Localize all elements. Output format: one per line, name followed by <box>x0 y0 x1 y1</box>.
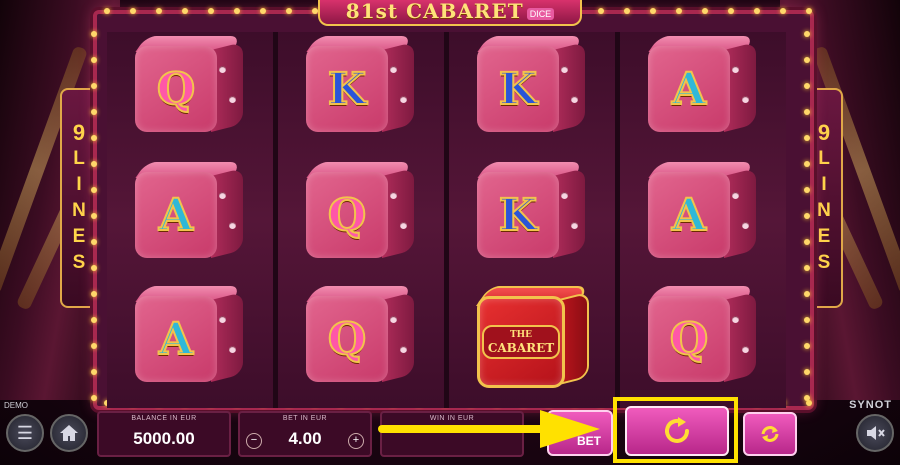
symbol-die-k: K <box>477 162 587 262</box>
balance-caption: BALANCE IN EUR <box>131 415 197 422</box>
symbol-cabaret-die: THE CABARET <box>475 286 591 388</box>
symbol-letter: A <box>671 63 707 116</box>
bet-panel: BET IN EUR 4.00 − + <box>238 411 372 457</box>
symbol-letter: K <box>498 189 538 242</box>
symbol-die-k: K <box>477 36 587 136</box>
bet-caption: BET IN EUR <box>282 415 328 422</box>
sound-toggle-button[interactable] <box>856 414 894 452</box>
home-button[interactable] <box>50 414 88 452</box>
autoplay-icon <box>761 426 779 442</box>
symbol-die-a: A <box>135 286 245 386</box>
symbol-letter: K <box>327 63 367 116</box>
demo-label: DEMO <box>4 401 28 410</box>
reel-frame: Q A A K Q Q K K THE CABARET A A Q <box>91 8 814 410</box>
spin-button-highlight <box>613 397 738 463</box>
game-title-text: 81st CABARET <box>345 0 524 23</box>
symbol-letter: K <box>498 63 538 116</box>
symbol-die-a: A <box>648 162 758 262</box>
lines-word: L I N E S <box>817 148 831 273</box>
symbol-letter: Q <box>327 189 367 242</box>
symbol-die-a: A <box>135 162 245 262</box>
home-icon <box>60 425 78 441</box>
balance-value: 5000.00 <box>133 429 195 448</box>
game-title: 81st CABARET DICE <box>318 0 582 26</box>
symbol-die-q: Q <box>306 162 416 262</box>
autoplay-button[interactable] <box>743 412 797 456</box>
lines-count: 9 <box>72 120 86 145</box>
balance-panel: BALANCE IN EUR 5000.00 <box>97 411 231 457</box>
symbol-letter: Q <box>156 63 196 116</box>
symbol-letter: A <box>671 189 707 242</box>
lines-count: 9 <box>817 120 831 145</box>
symbol-die-k: K <box>306 36 416 136</box>
symbol-letter: A <box>158 189 194 242</box>
annotation-arrow-head <box>540 410 600 448</box>
dice-tag: DICE <box>526 7 555 20</box>
symbol-die-q: Q <box>135 36 245 136</box>
symbol-die-a: A <box>648 36 758 136</box>
annotation-arrow-shaft <box>378 425 546 433</box>
symbol-letter: Q <box>669 313 709 366</box>
bet-increase-button[interactable]: + <box>348 433 364 449</box>
symbol-die-q: Q <box>306 286 416 386</box>
symbol-die-q: Q <box>648 286 758 386</box>
win-caption: WIN IN EUR <box>429 415 475 422</box>
symbol-letter: Q <box>327 313 367 366</box>
win-panel: WIN IN EUR <box>380 411 524 457</box>
menu-icon: ☰ <box>16 422 34 443</box>
menu-button[interactable]: ☰ <box>6 414 44 452</box>
lines-word: L I N E S <box>72 148 86 273</box>
cabaret-badge: THE CABARET <box>481 325 561 359</box>
brand-logo: SYNOT <box>849 399 892 411</box>
sound-muted-icon <box>867 426 885 440</box>
bet-decrease-button[interactable]: − <box>246 433 262 449</box>
symbol-letter: A <box>158 313 194 366</box>
